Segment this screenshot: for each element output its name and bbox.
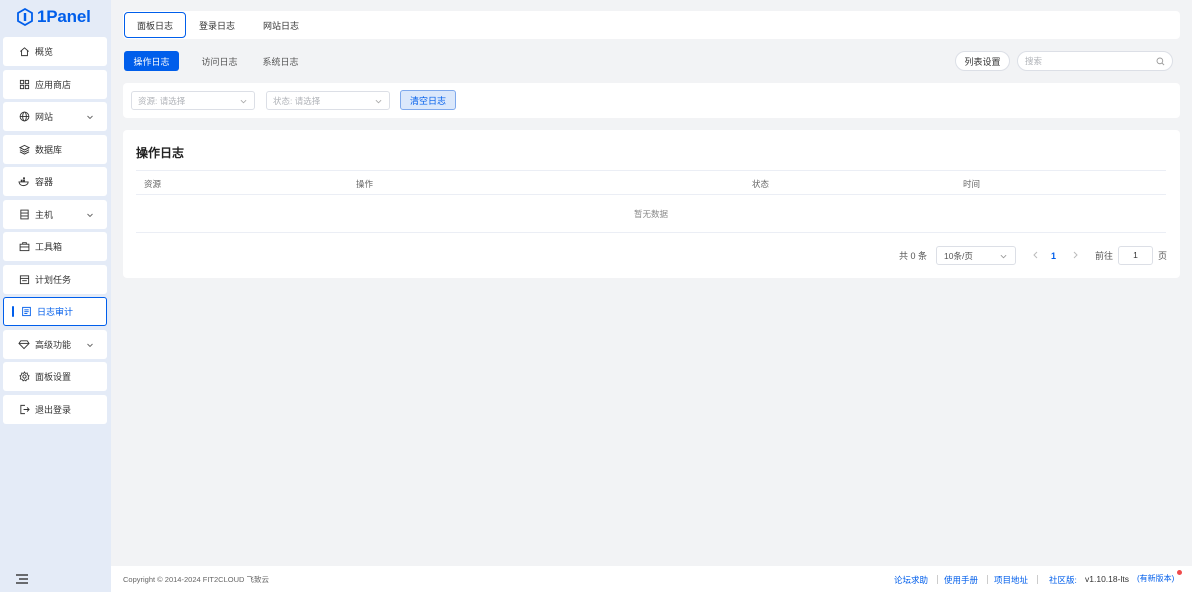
card-title: 操作日志 bbox=[136, 146, 185, 160]
search-input[interactable] bbox=[1025, 56, 1150, 66]
docker-icon bbox=[18, 176, 30, 188]
chevron-down-icon bbox=[87, 115, 93, 120]
sidebar-item-cron[interactable]: 计划任务 bbox=[3, 264, 107, 294]
search-box bbox=[1017, 51, 1173, 71]
subtab-operation-log[interactable]: 操作日志 bbox=[124, 51, 179, 71]
status-select-placeholder: 状态: 请选择 bbox=[273, 95, 321, 106]
diamond-icon bbox=[18, 338, 30, 350]
log-type-tabs: 面板日志 登录日志 网站日志 bbox=[123, 11, 1180, 39]
page-suffix: 页 bbox=[1158, 251, 1168, 261]
tab-login-log[interactable]: 登录日志 bbox=[187, 12, 247, 38]
footer-divider bbox=[937, 575, 938, 584]
sidebar-item-label: 高级功能 bbox=[35, 339, 72, 350]
source-select[interactable]: 资源: 请选择 bbox=[131, 91, 255, 110]
operation-log-card: 操作日志 资源 操作 状态 时间 暂无数据 共 0 条 10条/页 1 前往 1… bbox=[123, 130, 1180, 278]
filter-bar: 资源: 请选择 状态: 请选择 清空日志 bbox=[123, 83, 1180, 118]
subtab-system-log[interactable]: 系统日志 bbox=[253, 51, 308, 71]
footer-divider bbox=[987, 575, 988, 584]
status-select[interactable]: 状态: 请选择 bbox=[266, 91, 390, 110]
chevron-down-icon bbox=[375, 99, 382, 104]
footer: Copyright © 2014-2024 FIT2CLOUD 飞致云 论坛求助… bbox=[111, 566, 1192, 592]
subtab-access-log[interactable]: 访问日志 bbox=[192, 51, 247, 71]
tab-panel-log[interactable]: 面板日志 bbox=[124, 12, 187, 38]
page-number-current[interactable]: 1 bbox=[1051, 246, 1056, 265]
list-settings-button[interactable]: 列表设置 bbox=[955, 51, 1010, 71]
footer-link-docs[interactable]: 使用手册 bbox=[944, 574, 978, 586]
calendar-icon bbox=[18, 273, 30, 285]
menu-collapse-icon[interactable] bbox=[16, 574, 28, 584]
gear-icon bbox=[18, 371, 30, 383]
column-header-operation[interactable]: 操作 bbox=[356, 178, 373, 190]
prev-page-icon[interactable] bbox=[1032, 251, 1039, 259]
sidebar-item-toolbox[interactable]: 工具箱 bbox=[3, 232, 107, 261]
sidebar-item-logout[interactable]: 退出登录 bbox=[3, 394, 107, 424]
column-header-status[interactable]: 状态 bbox=[752, 178, 769, 190]
log-icon bbox=[20, 306, 32, 318]
copyright: Copyright © 2014-2024 FIT2CLOUD 飞致云 bbox=[123, 575, 269, 584]
column-header-resource[interactable]: 资源 bbox=[144, 178, 161, 190]
column-header-time[interactable]: 时间 bbox=[963, 178, 980, 190]
sidebar-item-host[interactable]: 主机 bbox=[3, 199, 107, 229]
sidebar-item-log-audit[interactable]: 日志审计 bbox=[3, 297, 107, 326]
sidebar-item-advanced[interactable]: 高级功能 bbox=[3, 329, 107, 359]
sidebar-item-label: 工具箱 bbox=[35, 242, 63, 252]
page-size-value: 10条/页 bbox=[944, 250, 973, 261]
sidebar-item-label: 网站 bbox=[35, 112, 54, 122]
sidebar-menu: 概览 应用商店 网站 数据库 容器 主机 工具箱 计划任务 日志审计 高级功能 … bbox=[3, 37, 107, 427]
new-version-link[interactable]: (有新版本) bbox=[1137, 573, 1174, 584]
total-count: 共 0 条 bbox=[899, 251, 928, 261]
chevron-down-icon bbox=[240, 99, 247, 104]
server-icon bbox=[18, 208, 30, 220]
source-select-placeholder: 资源: 请选择 bbox=[138, 95, 186, 106]
version-text: v1.10.18-lts bbox=[1085, 574, 1129, 584]
page-size-select[interactable]: 10条/页 bbox=[936, 246, 1016, 265]
globe-icon bbox=[18, 111, 30, 123]
empty-state: 暂无数据 bbox=[136, 195, 1166, 233]
search-icon[interactable] bbox=[1156, 57, 1165, 66]
next-page-icon[interactable] bbox=[1072, 251, 1079, 259]
footer-divider bbox=[1037, 575, 1038, 584]
sidebar-item-app-store[interactable]: 应用商店 bbox=[3, 69, 107, 99]
footer-link-forum[interactable]: 论坛求助 bbox=[894, 574, 928, 586]
clear-logs-button[interactable]: 清空日志 bbox=[400, 90, 456, 110]
sidebar-item-label: 容器 bbox=[35, 177, 54, 187]
logout-icon bbox=[18, 403, 30, 415]
grid-icon bbox=[18, 78, 30, 90]
logo-hexagon-icon bbox=[17, 8, 33, 26]
sidebar-item-website[interactable]: 网站 bbox=[3, 102, 107, 131]
sidebar-item-database[interactable]: 数据库 bbox=[3, 134, 107, 164]
sidebar-item-label: 应用商店 bbox=[35, 79, 72, 90]
chevron-down-icon bbox=[87, 343, 93, 347]
chevron-down-icon bbox=[1000, 254, 1007, 259]
sidebar-item-label: 日志审计 bbox=[37, 307, 74, 317]
sidebar-item-label: 数据库 bbox=[35, 144, 63, 155]
sidebar-item-label: 概览 bbox=[35, 47, 54, 57]
sidebar-item-settings[interactable]: 面板设置 bbox=[3, 362, 107, 391]
logo-text: 1Panel bbox=[37, 7, 91, 26]
sidebar: 1Panel 概览 应用商店 网站 数据库 容器 主机 工具箱 计划任务 日志审… bbox=[0, 0, 111, 592]
chevron-down-icon bbox=[87, 213, 93, 217]
goto-page-input[interactable]: 1 bbox=[1118, 246, 1153, 265]
goto-label: 前往 bbox=[1095, 251, 1114, 261]
update-badge bbox=[1177, 570, 1182, 575]
home-icon bbox=[18, 46, 30, 58]
active-indicator bbox=[12, 306, 14, 317]
logo[interactable]: 1Panel bbox=[17, 6, 91, 28]
sidebar-item-label: 退出登录 bbox=[35, 404, 72, 415]
sidebar-item-label: 面板设置 bbox=[35, 372, 72, 382]
toolbox-icon bbox=[18, 241, 30, 253]
sidebar-item-label: 主机 bbox=[35, 209, 54, 220]
sidebar-item-container[interactable]: 容器 bbox=[3, 167, 107, 196]
sidebar-item-overview[interactable]: 概览 bbox=[3, 37, 107, 66]
tab-website-log[interactable]: 网站日志 bbox=[251, 12, 311, 38]
table-header: 资源 操作 状态 时间 bbox=[136, 170, 1166, 195]
sidebar-item-label: 计划任务 bbox=[35, 274, 72, 285]
footer-link-project[interactable]: 项目地址 bbox=[994, 574, 1028, 586]
edition-label: 社区版: bbox=[1049, 575, 1077, 585]
layers-icon bbox=[18, 143, 30, 155]
